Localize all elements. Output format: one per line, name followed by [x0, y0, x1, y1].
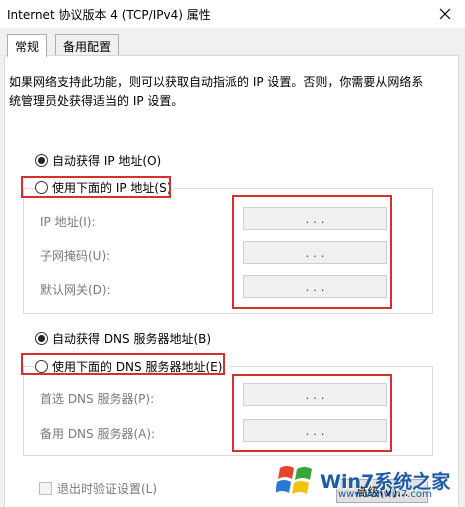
ip-address-label: IP 地址(I): [40, 215, 96, 229]
dns-auto-radio-row[interactable]: 自动获得 DNS 服务器地址(B) [35, 330, 211, 347]
tab-alternate-config-label: 备用配置 [63, 40, 112, 54]
preferred-dns-input[interactable]: . . . [243, 383, 387, 406]
ip-address-value: . . . [305, 211, 325, 226]
tab-general-label: 常规 [15, 40, 40, 54]
dns-manual-radio[interactable] [35, 360, 48, 373]
tab-alternate-config[interactable]: 备用配置 [55, 34, 120, 56]
default-gateway-input[interactable]: . . . [243, 275, 387, 298]
ip-manual-radio[interactable] [35, 181, 48, 194]
alternate-dns-value: . . . [305, 423, 325, 438]
preferred-dns-value: . . . [305, 387, 325, 402]
dns-manual-group [23, 366, 433, 456]
watermark: Win7系统之家 www.Winwin7.com [276, 455, 461, 505]
default-gateway-value: . . . [305, 279, 325, 294]
ip-auto-radio[interactable] [35, 154, 48, 167]
alternate-dns-input[interactable]: . . . [243, 419, 387, 442]
dns-manual-radio-row[interactable]: 使用下面的 DNS 服务器地址(E): [35, 358, 230, 375]
ip-auto-radio-row[interactable]: 自动获得 IP 地址(O) [35, 152, 161, 169]
validate-on-exit-row[interactable]: 退出时验证设置(L) [39, 480, 157, 497]
subnet-mask-input[interactable]: . . . [243, 241, 387, 264]
dns-manual-label: 使用下面的 DNS 服务器地址(E): [52, 360, 227, 374]
dns-auto-radio[interactable] [35, 332, 48, 345]
description-text: 如果网络支持此功能，则可以获取自动指派的 IP 设置。否则，你需要从网络系统管理… [9, 75, 424, 108]
ip-auto-label: 自动获得 IP 地址(O) [52, 154, 162, 168]
close-icon [439, 8, 451, 20]
close-button[interactable] [425, 0, 465, 28]
dns-auto-label: 自动获得 DNS 服务器地址(B) [52, 332, 212, 346]
default-gateway-label: 默认网关(D): [40, 283, 111, 297]
ip-address-input[interactable]: . . . [243, 207, 387, 230]
validate-on-exit-checkbox[interactable] [39, 482, 52, 495]
ip-manual-label: 使用下面的 IP 地址(S) [52, 181, 172, 195]
alternate-dns-label: 备用 DNS 服务器(A): [40, 427, 156, 441]
validate-on-exit-label: 退出时验证设置(L) [57, 482, 158, 496]
subnet-mask-value: . . . [305, 245, 325, 260]
subnet-mask-label: 子网掩码(U): [40, 249, 111, 263]
watermark-url: www.Winwin7.com [338, 489, 432, 500]
tab-general[interactable]: 常规 [7, 34, 48, 57]
windows-logo-icon [276, 466, 312, 494]
title-bar: Internet 协议版本 4 (TCP/IPv4) 属性 [0, 0, 465, 28]
window-title: Internet 协议版本 4 (TCP/IPv4) 属性 [7, 8, 211, 22]
general-panel: 如果网络支持此功能，则可以获取自动指派的 IP 设置。否则，你需要从网络系统管理… [4, 55, 459, 507]
ip-manual-radio-row[interactable]: 使用下面的 IP 地址(S) [35, 179, 175, 196]
preferred-dns-label: 首选 DNS 服务器(P): [40, 392, 155, 406]
